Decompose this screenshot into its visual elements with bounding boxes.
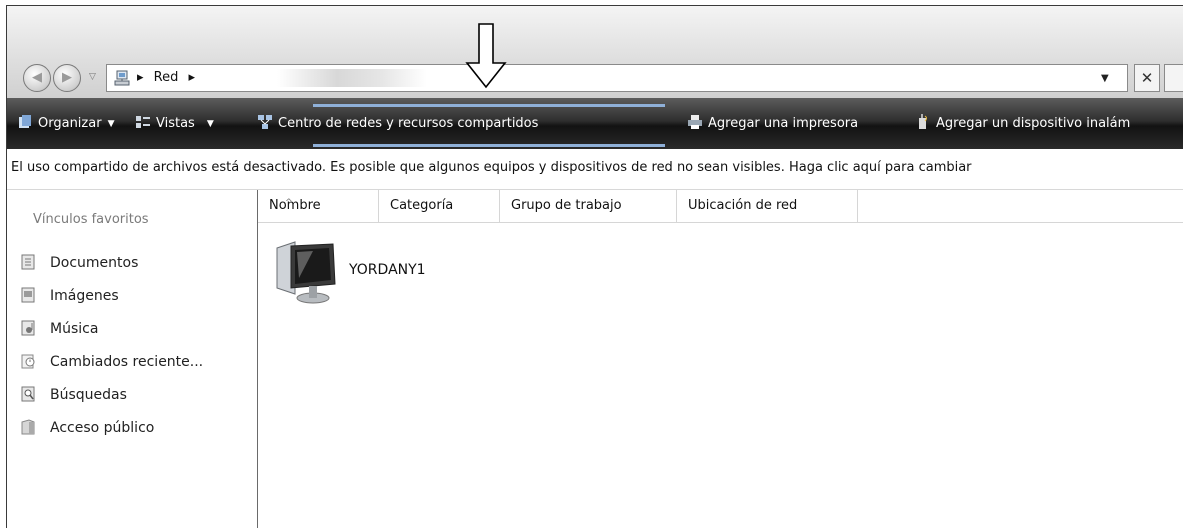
public-icon [21,419,35,435]
printer-icon [688,115,702,129]
explorer-window: ◀ ▶ ▽ ▸ Red ▸ ▼ ✕ Organizar ▼ Vistas ▼ C… [6,5,1183,528]
sidebar-item-label: Imágenes [50,288,119,304]
searches-icon [21,386,35,402]
recent-pages-dropdown-icon[interactable]: ▽ [89,72,96,82]
pictures-icon [21,287,35,303]
breadcrumb[interactable]: ▸ Red ▸ [137,70,195,85]
refresh-close-button[interactable]: ✕ [1134,64,1160,92]
annotation-arrow-icon [465,23,507,89]
column-header-label: Grupo de trabajo [511,198,622,213]
address-bar[interactable]: ▸ Red ▸ ▼ [106,64,1128,92]
back-arrow-icon: ◀ [32,70,42,85]
sidebar-item-searches[interactable]: Búsquedas [21,386,127,403]
network-center-label: Centro de redes y recursos compartidos [278,116,539,131]
breadcrumb-separator: ▸ [137,70,144,85]
blurred-region [277,69,427,87]
breadcrumb-item-red[interactable]: Red [154,70,179,85]
sidebar-item-public[interactable]: Acceso público [21,419,154,436]
sidebar-item-recent[interactable]: Cambiados reciente... [21,353,203,370]
column-header-network-location[interactable]: Ubicación de red [677,190,858,222]
back-button[interactable]: ◀ [23,64,51,92]
documents-icon [21,254,35,270]
network-computer-item[interactable]: YORDANY1 [269,238,426,312]
computer-name: YORDANY1 [349,262,426,278]
info-bar-text[interactable]: El uso compartido de archivos está desac… [11,160,972,175]
add-wireless-device-button[interactable]: Agregar un dispositivo inalám [915,114,1130,131]
organize-icon [19,115,31,128]
column-header-category[interactable]: Categoría [379,190,500,222]
sidebar-item-music[interactable]: Música [21,320,98,337]
close-icon: ✕ [1140,69,1154,87]
network-icon [114,70,130,86]
highlight-marker-bottom [313,144,665,147]
column-headers: ^ Nombre Categoría Grupo de trabajo Ubic… [258,190,1183,223]
add-wireless-label: Agregar un dispositivo inalám [936,116,1131,131]
sidebar-item-documents[interactable]: Documentos [21,254,138,271]
chevron-down-icon: ▼ [107,119,115,129]
forward-button[interactable]: ▶ [53,64,81,92]
sidebar-item-label: Documentos [50,255,139,271]
views-label: Vistas [156,116,195,131]
sidebar-item-label: Música [50,321,99,337]
organize-label: Organizar [38,116,102,131]
breadcrumb-separator[interactable]: ▸ [189,70,196,85]
sidebar-item-label: Cambiados reciente... [50,354,204,370]
add-printer-label: Agregar una impresora [708,116,859,131]
recent-icon [21,354,35,369]
sort-ascending-icon: ^ [285,198,293,208]
sidebar-item-label: Acceso público [50,420,155,436]
address-dropdown-icon[interactable]: ▼ [1101,73,1109,84]
sidebar-item-label: Búsquedas [50,387,127,403]
music-icon [21,320,35,336]
views-button[interactable]: Vistas ▼ [135,114,214,131]
add-printer-button[interactable]: Agregar una impresora [687,114,858,131]
title-bar: ◀ ▶ ▽ ▸ Red ▸ ▼ ✕ [7,6,1183,98]
column-header-label: Nombre [269,198,321,213]
column-header-workgroup[interactable]: Grupo de trabajo [500,190,677,222]
info-bar[interactable]: El uso compartido de archivos está desac… [7,149,1183,190]
network-center-button[interactable]: Centro de redes y recursos compartidos [257,114,538,131]
sidebar-item-pictures[interactable]: Imágenes [21,287,119,304]
organize-button[interactable]: Organizar ▼ [17,114,114,131]
chevron-down-icon: ▼ [206,119,214,129]
computer-icon [276,241,336,304]
column-header-label: Categoría [390,198,454,213]
column-header-name[interactable]: ^ Nombre [258,190,379,222]
favorite-links-heading: Vínculos favoritos [33,212,149,227]
wireless-device-icon [919,114,927,129]
search-box[interactable] [1164,64,1183,92]
column-header-label: Ubicación de red [688,198,798,213]
forward-arrow-icon: ▶ [62,70,72,85]
highlight-marker-top [313,104,665,107]
network-center-icon [258,115,272,129]
views-icon [136,116,150,128]
navigation-pane: Vínculos favoritos Documentos Imágenes M… [7,190,258,528]
